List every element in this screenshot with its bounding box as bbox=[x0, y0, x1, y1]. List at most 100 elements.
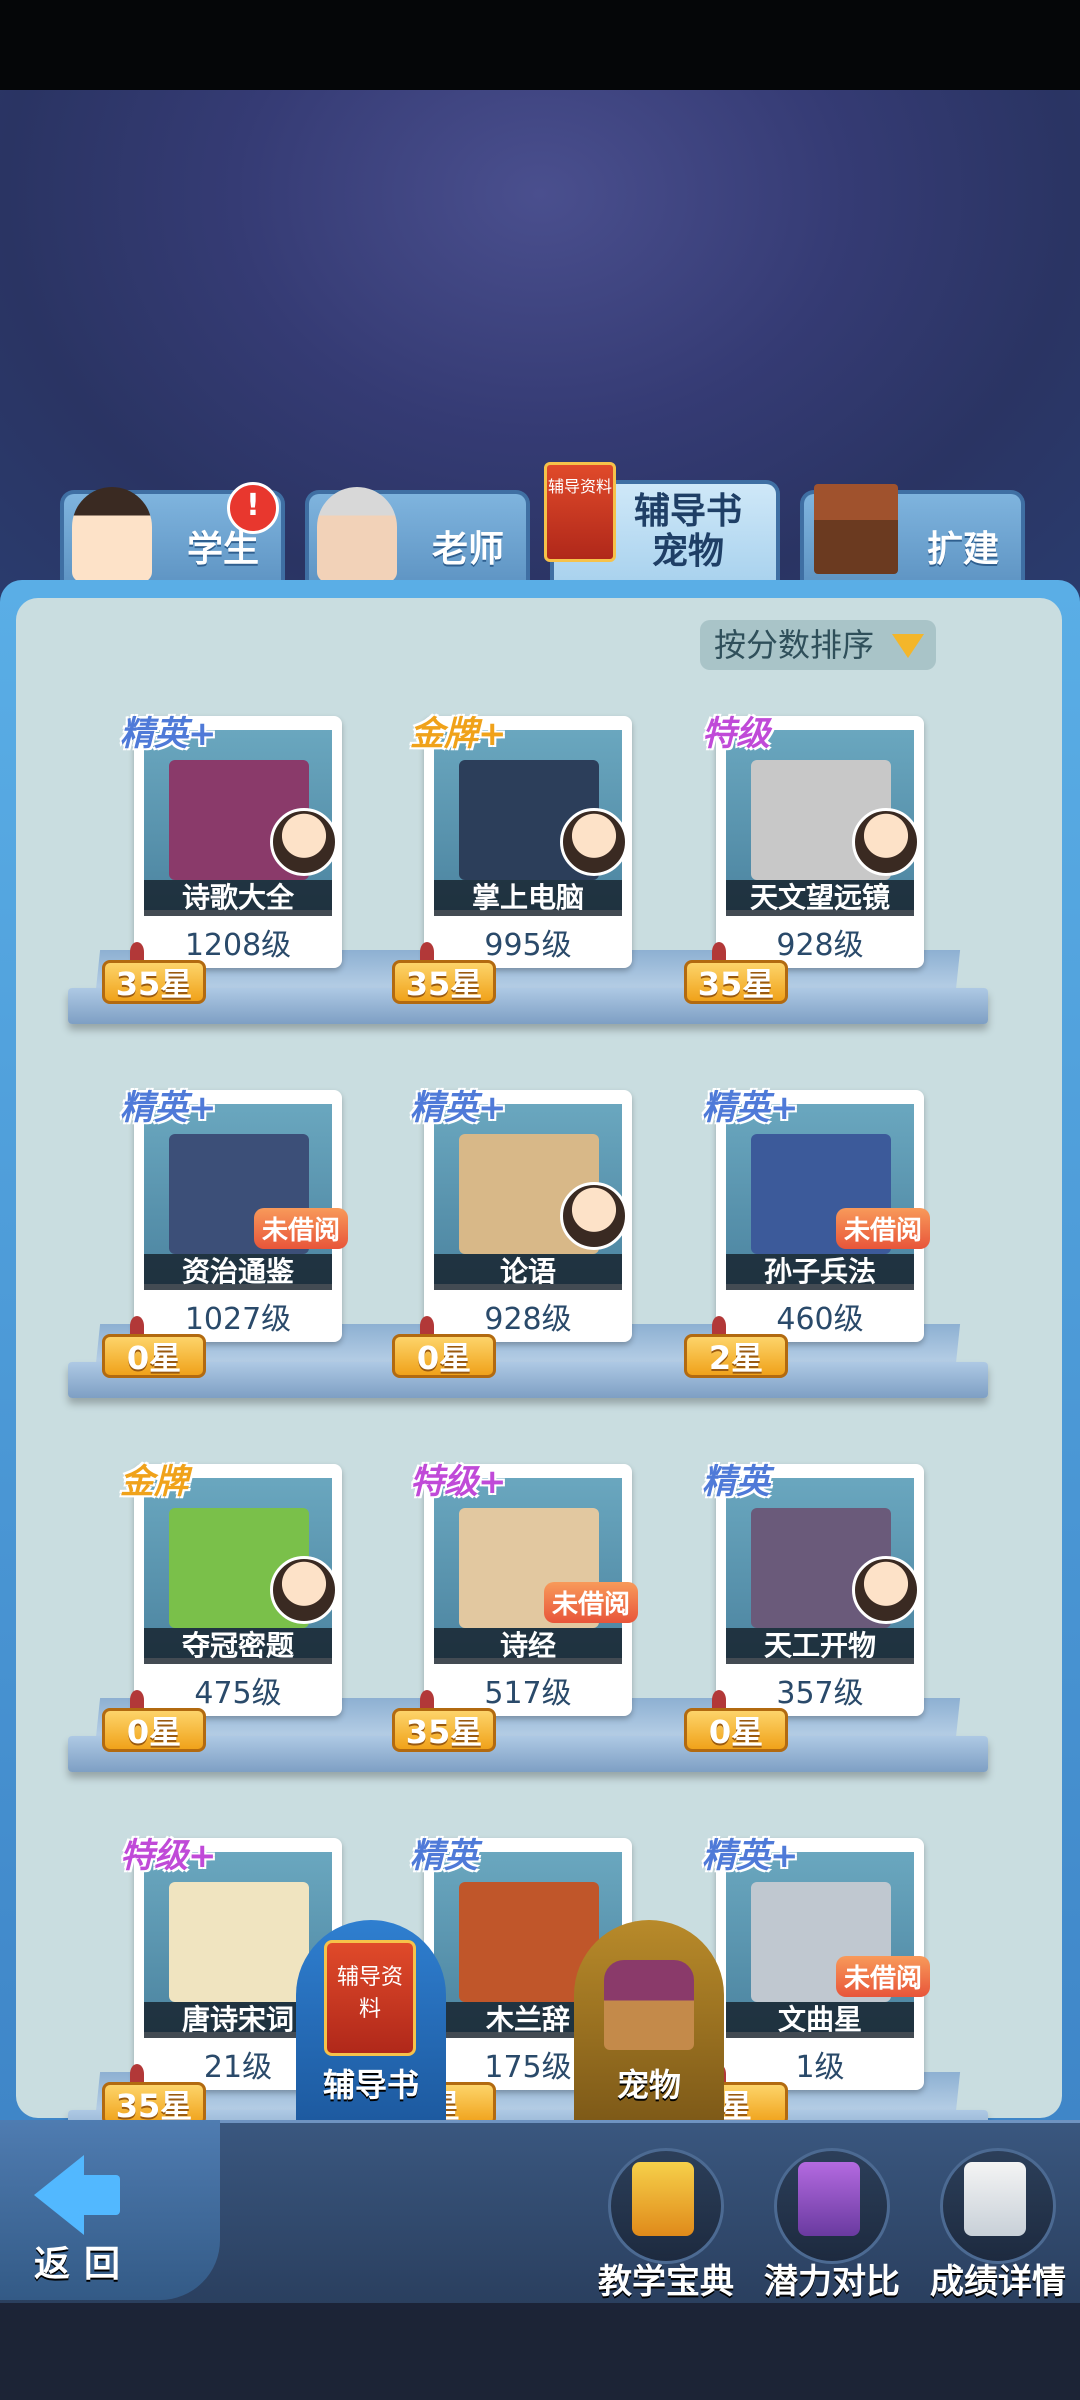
grade-badge: 金牌 bbox=[120, 1462, 188, 1502]
book-name: 论语 bbox=[434, 1254, 622, 1290]
book-name: 夺冠密题 bbox=[144, 1628, 332, 1664]
pin-icon bbox=[420, 942, 434, 962]
unread-badge: 未借阅 bbox=[543, 1582, 638, 1623]
category-tabs: ! 学生 老师 辅导资料 辅导书 宠物 扩建 bbox=[50, 462, 1030, 582]
grade-badge: 精英+ bbox=[120, 714, 217, 754]
book-level: 995级 bbox=[484, 928, 572, 963]
student-avatar-icon bbox=[852, 808, 920, 876]
book-level: 357级 bbox=[776, 1676, 864, 1711]
tab-label: 辅导书 宠物 bbox=[634, 491, 743, 572]
pin-icon bbox=[420, 1690, 434, 1710]
student-avatar bbox=[72, 487, 152, 582]
student-avatar-icon bbox=[270, 808, 338, 876]
star-badge: 0星 bbox=[102, 1334, 206, 1378]
book-card[interactable]: 文曲星 1级 未借阅 精英+ 星 bbox=[684, 1836, 930, 2126]
book-card[interactable]: 掌上电脑 995级 金牌+ 35星 bbox=[392, 714, 632, 1004]
book-level: 928级 bbox=[776, 928, 864, 963]
book-icon: 辅导资料 bbox=[544, 462, 616, 562]
report-clipboard-icon bbox=[964, 2162, 1026, 2236]
student-avatar-icon bbox=[560, 808, 628, 876]
pin-icon bbox=[712, 1316, 726, 1336]
book-name: 天文望远镜 bbox=[726, 880, 914, 916]
tab-students[interactable]: ! 学生 bbox=[60, 482, 285, 582]
star-badge: 35星 bbox=[392, 1708, 496, 1752]
star-badge: 0星 bbox=[684, 1708, 788, 1752]
book-name: 资治通鉴 bbox=[144, 1254, 332, 1290]
tab-label: 扩建 bbox=[926, 529, 999, 570]
book-level: 460级 bbox=[776, 1302, 864, 1337]
tab-label: 学生 bbox=[186, 529, 259, 570]
unread-badge: 未借阅 bbox=[253, 1208, 348, 1249]
book-card[interactable]: 资治通鉴 1027级 未借阅 精英+ 0星 bbox=[102, 1088, 348, 1378]
unread-badge: 未借阅 bbox=[835, 1208, 930, 1249]
book-card[interactable]: 诗经 517级 未借阅 特级+ 35星 bbox=[392, 1462, 638, 1752]
book-card[interactable]: 天文望远镜 928级 特级 35星 bbox=[684, 714, 924, 1004]
student-avatar-icon bbox=[270, 1556, 338, 1624]
book-level: 1级 bbox=[795, 2050, 845, 2085]
book-card[interactable]: 孙子兵法 460级 未借阅 精英+ 2星 bbox=[684, 1088, 930, 1378]
pin-icon bbox=[712, 1690, 726, 1710]
grade-badge: 精英+ bbox=[120, 1088, 217, 1128]
back-label: 返回 bbox=[34, 2244, 135, 2285]
book-level: 1208级 bbox=[184, 928, 292, 963]
star-badge: 2星 bbox=[684, 1334, 788, 1378]
pin-icon bbox=[130, 942, 144, 962]
back-arrow-icon bbox=[34, 2155, 84, 2235]
student-avatar-icon bbox=[852, 1556, 920, 1624]
dropdown-triangle-icon bbox=[892, 634, 924, 658]
grade-badge: 精英+ bbox=[702, 1088, 799, 1128]
star-badge: 0星 bbox=[392, 1334, 496, 1378]
book-icon: 辅导资料 bbox=[324, 1940, 416, 2056]
book-card[interactable]: 论语 928级 精英+ 0星 bbox=[392, 1088, 632, 1378]
bottom-strip bbox=[0, 2310, 1080, 2400]
book-name: 孙子兵法 bbox=[726, 1254, 914, 1290]
grade-badge: 精英 bbox=[410, 1836, 478, 1876]
grade-badge: 特级+ bbox=[410, 1462, 507, 1502]
star-badge: 35星 bbox=[684, 960, 788, 1004]
student-avatar-icon bbox=[560, 1182, 628, 1250]
grade-badge: 特级 bbox=[702, 714, 770, 754]
book-level: 517级 bbox=[484, 1676, 572, 1711]
pets-float-label: 宠物 bbox=[616, 2066, 681, 2104]
book-name: 文曲星 bbox=[726, 2002, 914, 2038]
tab-expand[interactable]: 扩建 bbox=[800, 484, 1025, 582]
books-float-button[interactable]: 辅导资料 辅导书 bbox=[296, 1920, 446, 2120]
book-name: 天工开物 bbox=[726, 1628, 914, 1664]
grade-badge: 精英+ bbox=[410, 1088, 507, 1128]
bar-chart-icon bbox=[798, 2162, 860, 2236]
book-level: 928级 bbox=[484, 1302, 572, 1337]
grade-badge: 精英+ bbox=[702, 1836, 799, 1876]
guide-book-icon bbox=[632, 2162, 694, 2236]
pin-icon bbox=[420, 1316, 434, 1336]
tab-teachers[interactable]: 老师 bbox=[305, 487, 530, 582]
book-card[interactable]: 诗歌大全 1208级 精英+ 35星 bbox=[102, 714, 342, 1004]
score-details-button[interactable]: 成绩详情 bbox=[918, 2140, 1078, 2302]
book-card[interactable]: 夺冠密题 475级 金牌 0星 bbox=[102, 1462, 342, 1752]
potential-compare-button[interactable]: 潜力对比 bbox=[752, 2140, 912, 2302]
grade-badge: 精英 bbox=[702, 1462, 770, 1502]
book-name: 掌上电脑 bbox=[434, 880, 622, 916]
pin-icon bbox=[130, 2064, 144, 2084]
pin-icon bbox=[712, 942, 726, 962]
score-details-label: 成绩详情 bbox=[930, 2262, 1066, 2302]
desk-icon bbox=[814, 484, 898, 574]
book-level: 1027级 bbox=[184, 1302, 292, 1337]
book-name: 诗经 bbox=[434, 1628, 622, 1664]
pets-float-button[interactable]: 宠物 bbox=[574, 1920, 724, 2120]
tab-label: 老师 bbox=[431, 529, 504, 570]
grade-badge: 金牌+ bbox=[410, 714, 507, 754]
sort-dropdown[interactable]: 按分数排序 bbox=[700, 620, 936, 670]
sort-label: 按分数排序 bbox=[714, 626, 875, 664]
unread-badge: 未借阅 bbox=[835, 1956, 930, 1997]
star-badge: 35星 bbox=[392, 960, 496, 1004]
grade-badge: 特级+ bbox=[120, 1836, 217, 1876]
tab-books-pets[interactable]: 辅导资料 辅导书 宠物 bbox=[544, 462, 780, 582]
teaching-guide-button[interactable]: 教学宝典 bbox=[586, 2140, 746, 2302]
teacher-avatar bbox=[317, 487, 397, 582]
book-card[interactable]: 天工开物 357级 精英 0星 bbox=[684, 1462, 924, 1752]
book-name: 诗歌大全 bbox=[144, 880, 332, 916]
books-float-label: 辅导书 bbox=[322, 2066, 419, 2104]
star-badge: 0星 bbox=[102, 1708, 206, 1752]
book-cover-icon bbox=[169, 1882, 309, 2002]
status-bar bbox=[0, 0, 1080, 90]
